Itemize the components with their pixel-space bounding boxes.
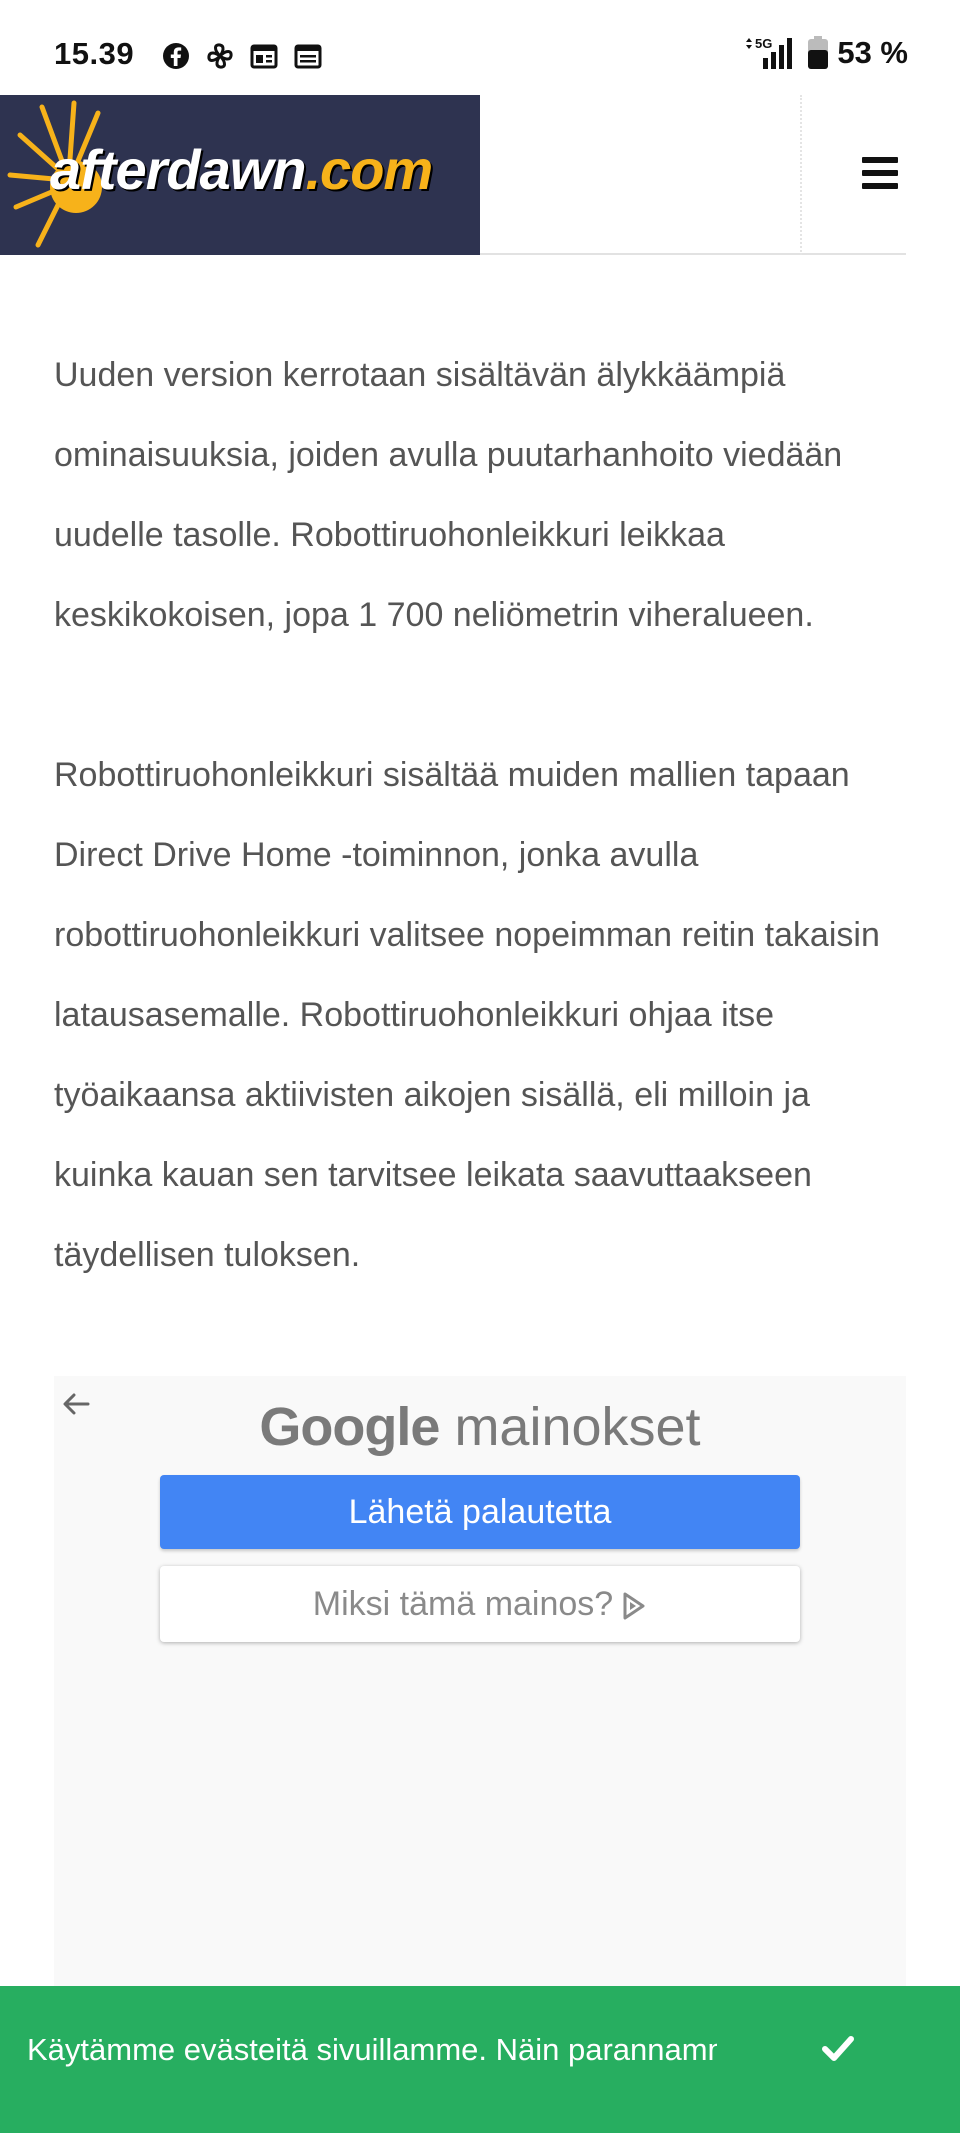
logo-main: afterdawn xyxy=(50,138,306,201)
logo-text: afterdawn.com xyxy=(50,137,434,202)
battery-percent: 53 % xyxy=(837,35,908,70)
google-ad-panel: Google mainokset Lähetä palautetta Miksi… xyxy=(54,1376,906,1986)
news-icon xyxy=(250,44,278,69)
header-divider xyxy=(800,95,802,255)
cookie-banner: Käytämme evästeitä sivuillamme. Näin par… xyxy=(0,1986,960,2133)
article-paragraph: Uuden version kerrotaan sisältävän älykk… xyxy=(54,356,843,634)
network-type: 5G xyxy=(755,36,772,51)
status-bar: 15.39 5G 53 % xyxy=(0,0,960,95)
notification-icons xyxy=(160,40,324,72)
system-indicators: 5G 53 % xyxy=(743,34,908,72)
checkmark-icon[interactable] xyxy=(818,2028,858,2068)
logo-domain: .com xyxy=(305,138,434,201)
article-paragraph: Robottiruohonleikkuri sisältää muiden ma… xyxy=(54,756,880,1274)
status-time: 15.39 xyxy=(54,36,135,71)
pinwheel-icon xyxy=(207,43,233,69)
send-feedback-button[interactable]: Lähetä palautetta xyxy=(160,1475,800,1549)
ad-brand: Google mainokset xyxy=(54,1396,906,1458)
site-header: afterdawn.com xyxy=(0,95,906,255)
battery-icon xyxy=(808,36,829,69)
hamburger-menu-icon[interactable] xyxy=(862,157,898,189)
ad-brand-suffix: mainokset xyxy=(454,1397,701,1457)
adchoices-icon xyxy=(623,1592,645,1620)
google-wordmark: Google xyxy=(259,1397,440,1457)
why-this-ad-button[interactable]: Miksi tämä mainos? xyxy=(160,1566,800,1642)
cookie-message: Käytämme evästeitä sivuillamme. Näin par… xyxy=(27,2032,717,2067)
signal-5g-icon: 5G xyxy=(746,36,793,69)
facebook-icon xyxy=(163,43,189,69)
site-logo[interactable]: afterdawn.com xyxy=(0,95,480,255)
article-body: Uuden version kerrotaan sisältävän älykk… xyxy=(54,335,914,1295)
why-this-ad-label: Miksi tämä mainos? xyxy=(312,1585,614,1623)
news-icon xyxy=(294,44,322,69)
